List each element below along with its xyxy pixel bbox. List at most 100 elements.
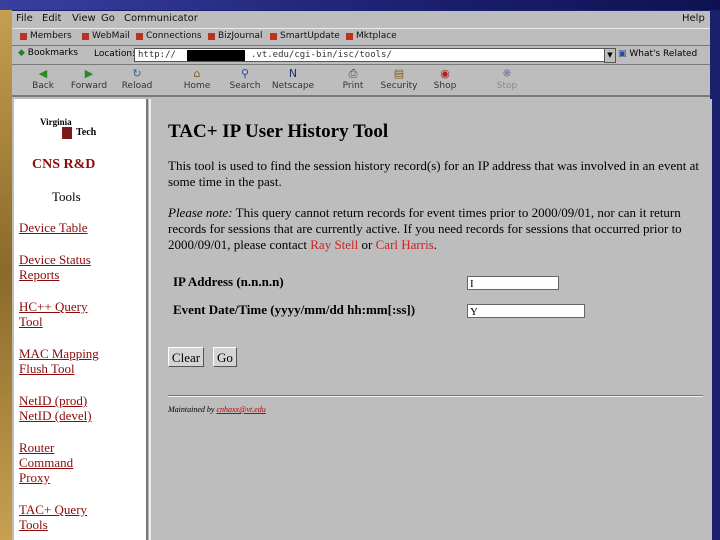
tools-heading: Tools <box>52 189 81 204</box>
stop-icon: ❋ <box>502 67 512 80</box>
note-text: Please note: This query cannot return re… <box>168 205 708 253</box>
go-button[interactable]: Go <box>213 347 237 367</box>
redaction-block <box>187 50 245 61</box>
link-line: Device Status <box>19 252 91 267</box>
logo-top: Virginia <box>40 117 72 127</box>
sidebar-link-hc-query[interactable]: HC++ Query Tool <box>19 299 87 329</box>
url-prefix: http:// <box>138 50 176 60</box>
link-line: Device Table <box>19 220 88 235</box>
sidebar-link-device-status[interactable]: Device Status Reports <box>19 252 91 282</box>
reload-icon: ↻ <box>132 67 142 80</box>
clear-button[interactable]: Clear <box>168 347 204 367</box>
ptool-webmail[interactable]: WebMail <box>82 31 130 41</box>
sidebar-link-netid[interactable]: NetID (prod) NetID (devel) <box>19 393 92 423</box>
ptool-label: WebMail <box>92 31 130 41</box>
bookmarks-button[interactable]: ◆ Bookmarks <box>18 48 78 58</box>
forward-button[interactable]: ▶ Forward <box>64 67 114 91</box>
bookmarks-label: Bookmarks <box>27 48 79 58</box>
link-line: Reports <box>19 267 60 282</box>
nav-label: Netscape <box>271 81 315 91</box>
vt-logo: Virginia Tech <box>40 117 110 147</box>
contact-link-ray[interactable]: Ray Stell <box>310 237 358 252</box>
ptool-mktplace[interactable]: Mktplace <box>346 31 397 41</box>
link-line: Tool <box>19 314 43 329</box>
related-icon: ▣ <box>618 49 627 59</box>
ptool-members[interactable]: Members <box>20 31 72 41</box>
shop-button[interactable]: ◉ Shop <box>420 67 470 91</box>
maintainer-email-link[interactable]: cnhaxx@vt.edu <box>216 405 265 414</box>
maintained-prefix: Maintained by <box>168 405 217 414</box>
navigation-toolbar: ◀ Back ▶ Forward ↻ Reload ⌂ Home ⚲ Search N Ne… <box>12 65 710 97</box>
link-line: NetID (prod) <box>19 393 88 408</box>
reload-button[interactable]: ↻ Reload <box>112 67 162 91</box>
ptool-label: Members <box>30 31 72 41</box>
bookmark-icon <box>136 32 143 40</box>
page-title: TAC+ IP User History Tool <box>168 121 389 142</box>
url-field[interactable]: http:// .vt.edu/cgi-bin/isc/tools/ <box>134 48 609 62</box>
netscape-icon: N <box>288 67 298 80</box>
bookmark-icon <box>270 32 277 40</box>
print-button[interactable]: ⎙ Print <box>328 67 378 91</box>
logo-bottom: Tech <box>76 127 97 138</box>
url-suffix: .vt.edu/cgi-bin/isc/tools/ <box>251 50 392 60</box>
ptool-label: SmartUpdate <box>280 31 340 41</box>
security-button[interactable]: ▤ Security <box>374 67 424 91</box>
link-line: Tools <box>19 517 48 532</box>
note-label: Please note: <box>168 205 233 220</box>
ptool-bizjournal[interactable]: BizJournal <box>208 31 263 41</box>
event-datetime-label: Event Date/Time (yyyy/mm/dd hh:mm[:ss]) <box>173 302 416 317</box>
back-arrow-icon: ◀ <box>38 67 48 80</box>
intro-text: This tool is used to find the session hi… <box>168 158 699 189</box>
menu-view[interactable]: View <box>72 13 96 24</box>
sidebar-link-tac-query[interactable]: TAC+ Query Tools <box>19 502 87 532</box>
bookmark-icon <box>346 32 353 40</box>
bookmarks-icon: ◆ <box>18 48 25 58</box>
slide-top-border <box>0 0 720 10</box>
nav-label: Shop <box>433 81 457 91</box>
contact-link-carl[interactable]: Carl Harris <box>376 237 434 252</box>
whats-related-button[interactable]: ▣ What's Related <box>618 49 697 59</box>
back-button[interactable]: ◀ Back <box>18 67 68 91</box>
url-dropdown-button[interactable]: ▼ <box>604 48 616 63</box>
link-line: Command <box>19 455 74 470</box>
sidebar-link-router-proxy[interactable]: Router Command Proxy <box>19 440 73 485</box>
personal-toolbar: Members WebMail Connections BizJournal S… <box>12 28 710 46</box>
lock-icon: ▤ <box>393 67 405 80</box>
ptool-connections[interactable]: Connections <box>136 31 202 41</box>
slide-left-border <box>0 0 12 540</box>
menu-communicator[interactable]: Communicator <box>124 13 198 24</box>
ip-address-input[interactable]: I <box>467 276 559 290</box>
search-button[interactable]: ⚲ Search <box>220 67 270 91</box>
link-line: MAC Mapping <box>19 346 99 361</box>
event-datetime-input[interactable]: Y <box>467 304 585 318</box>
maintained-by: Maintained by cnhaxx@vt.edu <box>168 405 266 414</box>
menu-edit[interactable]: Edit <box>42 13 61 24</box>
content-frame: TAC+ IP User History Tool This tool is u… <box>149 99 712 540</box>
nav-label: Forward <box>70 81 108 91</box>
menu-file[interactable]: File <box>16 13 33 24</box>
menu-help[interactable]: Help <box>682 13 705 24</box>
shop-icon: ◉ <box>440 67 450 80</box>
nav-label: Search <box>229 81 261 91</box>
ip-address-label: IP Address (n.n.n.n) <box>173 274 284 289</box>
menubar: File Edit View Go Communicator Help <box>12 11 710 27</box>
home-button[interactable]: ⌂ Home <box>172 67 222 91</box>
print-icon: ⎙ <box>348 67 358 80</box>
menu-go[interactable]: Go <box>101 13 115 24</box>
ptool-label: Mktplace <box>356 31 397 41</box>
sidebar-link-mac-mapping[interactable]: MAC Mapping Flush Tool <box>19 346 99 376</box>
search-icon: ⚲ <box>240 67 250 80</box>
browser-window: File Edit View Go Communicator Help Memb… <box>12 11 712 540</box>
stop-button[interactable]: ❋ Stop <box>482 67 532 91</box>
nav-label: Reload <box>121 81 153 91</box>
bookmark-icon <box>208 32 215 40</box>
location-label: Location: <box>94 49 136 59</box>
ptool-smartupdate[interactable]: SmartUpdate <box>270 31 340 41</box>
dept-name: CNS R&D <box>32 157 96 172</box>
sidebar-link-device-table[interactable]: Device Table <box>19 220 88 235</box>
nav-label: Print <box>342 81 364 91</box>
ptool-label: Connections <box>146 31 202 41</box>
link-line: Flush Tool <box>19 361 75 376</box>
netscape-button[interactable]: N Netscape <box>268 67 318 91</box>
bookmark-icon <box>20 32 27 40</box>
